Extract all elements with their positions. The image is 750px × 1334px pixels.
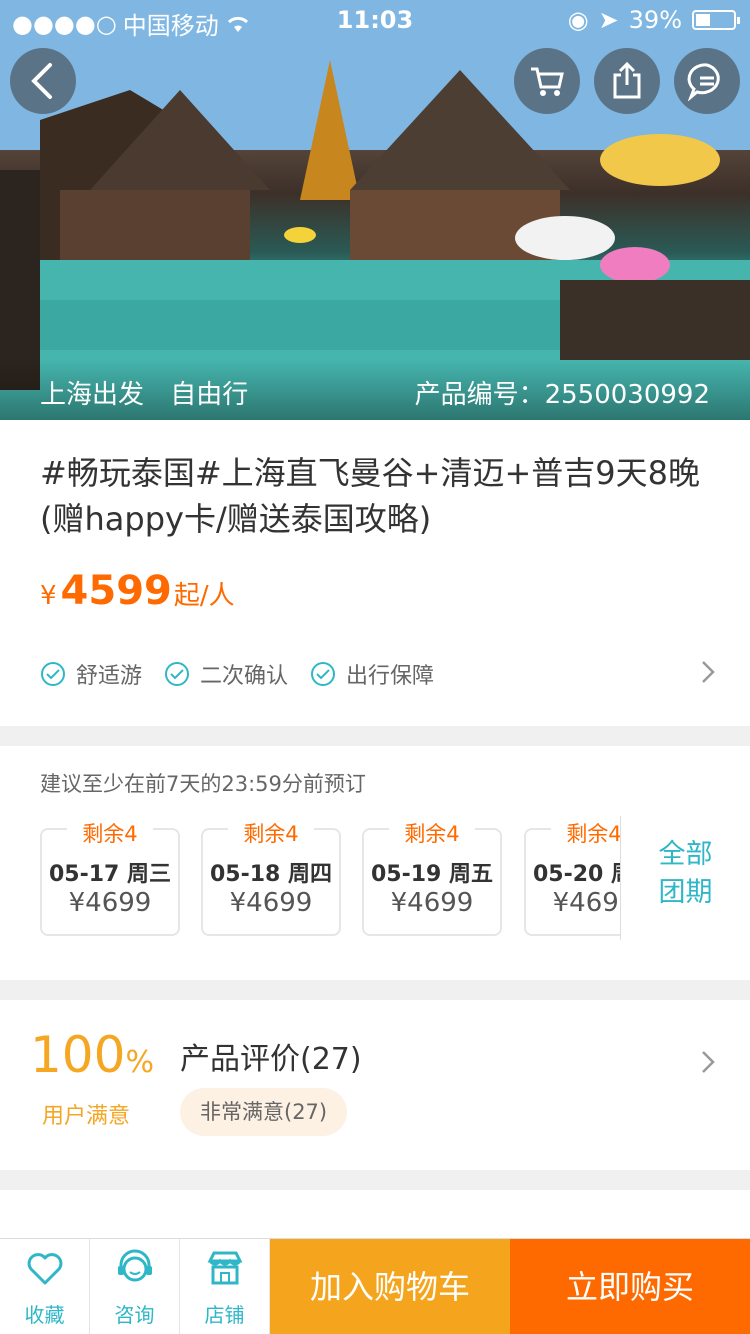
shop-button[interactable]: 店铺 (180, 1239, 270, 1334)
tag-label: 舒适游 (76, 664, 143, 689)
chevron-right-icon[interactable] (700, 660, 716, 684)
remaining-seats: 剩余4 (551, 818, 620, 848)
product-code-label: 产品编号： (414, 380, 545, 410)
remaining-seats: 剩余4 (228, 818, 314, 848)
price-value: 4599 (60, 568, 172, 614)
trip-type: 自由行 (170, 380, 249, 410)
favorite-label: 收藏 (24, 1303, 65, 1327)
tag-label: 二次确认 (200, 664, 289, 689)
buy-now-button[interactable]: 立即购买 (510, 1239, 750, 1334)
price-symbol: ¥ (40, 581, 57, 611)
price-unit: 起/人 (173, 581, 235, 611)
add-to-cart-button[interactable]: 加入购物车 (270, 1239, 510, 1334)
date-price: ¥4699 (390, 888, 474, 918)
chevron-right-icon[interactable] (700, 1050, 716, 1074)
date-card[interactable]: 剩余4 05-19 周五 ¥4699 (362, 818, 502, 936)
tag-item: 舒适游 (40, 658, 142, 690)
next-section (0, 1190, 750, 1240)
date-label: 05-19 周五 (370, 862, 494, 887)
consult-button[interactable]: 咨询 (90, 1239, 180, 1334)
store-icon (207, 1251, 243, 1285)
chat-bubble-icon (687, 63, 720, 101)
departure-city: 上海出发 (40, 380, 145, 410)
date-card[interactable]: 剩余4 05-20 周六 ¥4699 (524, 818, 620, 936)
date-card[interactable]: 剩余4 05-17 周三 ¥4699 (40, 818, 180, 936)
consult-label: 咨询 (114, 1303, 155, 1327)
customer-service-icon (118, 1249, 152, 1282)
tag-item: 二次确认 (164, 658, 288, 690)
product-price: ¥ 4599 起/人 (40, 568, 235, 614)
date-label: 05-17 周三 (48, 862, 172, 887)
remaining-seats: 剩余4 (389, 818, 475, 848)
date-card[interactable]: 剩余4 05-18 周四 ¥4699 (201, 818, 341, 936)
check-circle-icon (311, 662, 336, 686)
heart-icon (27, 1253, 63, 1285)
message-button[interactable] (674, 48, 740, 114)
battery-percent: 39% (628, 6, 682, 34)
satisfaction-unit: % (125, 1045, 154, 1080)
share-icon (613, 61, 641, 99)
shop-label: 店铺 (204, 1303, 245, 1327)
satisfaction-value: 100 (30, 1026, 126, 1084)
tag-label: 出行保障 (346, 664, 435, 689)
back-button[interactable] (10, 48, 76, 114)
remaining-seats: 剩余4 (67, 818, 153, 848)
battery-icon (692, 10, 740, 30)
cart-button[interactable] (514, 48, 580, 114)
date-price: ¥4699 (229, 888, 313, 918)
date-label: 05-18 周四 (209, 862, 333, 887)
share-button[interactable] (594, 48, 660, 114)
bottom-action-bar: 收藏 咨询 店铺 加入购物车 立即购买 (0, 1238, 750, 1334)
cart-icon (531, 67, 564, 96)
chevron-left-icon (31, 63, 52, 99)
all-dates-link[interactable]: 全部 团期 (620, 816, 750, 940)
departure-dates: 建议至少在前7天的23:59分前预订 剩余4 05-17 周三 ¥4699 剩余… (0, 746, 750, 980)
all-dates-line1: 全部 (658, 839, 713, 870)
satisfaction-label: 用户满意 (42, 1104, 131, 1129)
tag-item: 出行保障 (310, 658, 434, 690)
date-label: 05-20 周六 (532, 862, 620, 887)
favorite-button[interactable]: 收藏 (0, 1239, 90, 1334)
service-tags[interactable]: 舒适游 二次确认 出行保障 (40, 658, 434, 690)
review-title: 产品评价(27) (180, 1042, 362, 1077)
date-price: ¥4699 (68, 888, 152, 918)
satisfaction-rate: 100% (30, 1026, 154, 1084)
rotation-lock-icon: ◉ (567, 6, 589, 34)
date-price: ¥4699 (552, 888, 620, 918)
review-badge[interactable]: 非常满意(27) (180, 1088, 348, 1136)
date-scroller[interactable]: 剩余4 05-17 周三 ¥4699 剩余4 05-18 周四 ¥4699 剩余… (0, 746, 620, 980)
product-info: #畅玩泰国#上海直飞曼谷+清迈+普吉9天8晚(赠happy卡/赠送泰国攻略) ¥… (0, 420, 750, 726)
location-icon: ➤ (598, 6, 619, 34)
product-title: #畅玩泰国#上海直飞曼谷+清迈+普吉9天8晚(赠happy卡/赠送泰国攻略) (40, 454, 700, 538)
hero-image[interactable]: ●●●●○ 中国移动 11:03 ◉ ➤ 39% 上海出发 自由行 产品编号：2… (0, 0, 750, 420)
status-bar: ●●●●○ 中国移动 11:03 ◉ ➤ 39% (0, 0, 750, 40)
all-dates-line2: 团期 (658, 877, 713, 908)
review-section[interactable]: 100% 用户满意 产品评价(27) 非常满意(27) (0, 1000, 750, 1170)
hero-caption: 上海出发 自由行 产品编号：2550030992 (0, 360, 750, 420)
check-circle-icon (41, 662, 65, 686)
check-circle-icon (165, 662, 190, 686)
product-code: 2550030992 (544, 380, 710, 410)
